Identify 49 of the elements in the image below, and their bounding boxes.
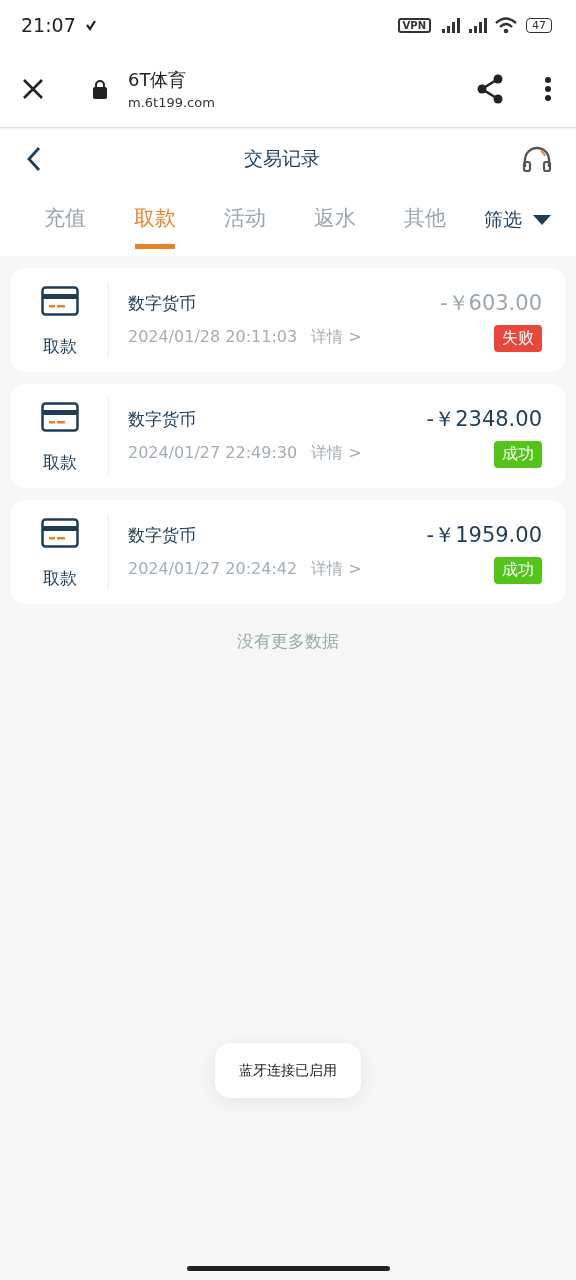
wifi-icon bbox=[494, 16, 518, 34]
clock-time: 21:07 bbox=[21, 14, 76, 36]
end-of-list-text: 没有更多数据 bbox=[236, 630, 340, 653]
tab[interactable]: 活动 bbox=[200, 195, 290, 249]
record-time: 2024/01/27 20:24:42 bbox=[128, 559, 298, 580]
details-link[interactable]: 详情 > bbox=[311, 443, 362, 464]
amount: -￥603.00 bbox=[439, 289, 542, 317]
record-type: 取款 bbox=[42, 335, 77, 358]
amount: -￥1959.00 bbox=[426, 521, 542, 549]
tab[interactable]: 返水 bbox=[290, 195, 380, 249]
record-type: 取款 bbox=[42, 451, 77, 474]
amount: -￥2348.00 bbox=[426, 405, 542, 433]
back-icon[interactable] bbox=[26, 146, 42, 172]
close-icon[interactable] bbox=[22, 77, 44, 100]
lock-icon bbox=[92, 78, 108, 99]
record-time: 2024/01/27 22:49:30 bbox=[128, 443, 298, 464]
record-type: 取款 bbox=[42, 567, 77, 590]
more-icon[interactable] bbox=[544, 75, 552, 102]
record-card[interactable]: 取款 数字货币 2024/01/28 20:11:03 详情 > -￥603.00 失败 bbox=[11, 268, 565, 372]
page-title: 6T体育 bbox=[128, 67, 188, 92]
card-icon bbox=[40, 286, 79, 316]
page-url: m.6t199.com bbox=[128, 94, 216, 110]
vpn-badge: VPN bbox=[397, 17, 431, 33]
record-time: 2024/01/28 20:11:03 bbox=[128, 327, 298, 348]
signal-icon bbox=[440, 16, 462, 34]
payment-method: 数字货币 bbox=[128, 292, 197, 315]
details-link[interactable]: 详情 > bbox=[311, 327, 362, 348]
card-icon bbox=[40, 402, 79, 432]
record-card[interactable]: 取款 数字货币 2024/01/27 22:49:30 详情 > -￥2348.00 成功 bbox=[11, 384, 565, 488]
filter-button[interactable]: 筛选 bbox=[484, 207, 552, 237]
status-badge: 成功 bbox=[494, 440, 542, 468]
status-badge: 失败 bbox=[494, 324, 542, 352]
tab[interactable]: 充值 bbox=[20, 195, 110, 249]
tab[interactable]: 取款 bbox=[110, 195, 200, 249]
screen-title: 交易记录 bbox=[243, 146, 321, 171]
payment-method: 数字货币 bbox=[128, 524, 197, 547]
battery-icon: 47 bbox=[526, 17, 552, 33]
details-link[interactable]: 详情 > bbox=[311, 559, 362, 580]
dropdown-icon bbox=[532, 214, 552, 226]
share-icon[interactable] bbox=[476, 73, 504, 104]
payment-method: 数字货币 bbox=[128, 408, 197, 431]
headset-icon[interactable] bbox=[522, 145, 552, 173]
status-badge: 成功 bbox=[494, 556, 542, 584]
check-icon bbox=[84, 19, 97, 31]
signal-icon bbox=[467, 16, 489, 34]
toast-message: 蓝牙连接已启用 bbox=[215, 1043, 361, 1098]
tab[interactable]: 其他 bbox=[380, 195, 470, 249]
record-card[interactable]: 取款 数字货币 2024/01/27 20:24:42 详情 > -￥1959.00 成功 bbox=[11, 500, 565, 604]
card-icon bbox=[40, 518, 79, 548]
